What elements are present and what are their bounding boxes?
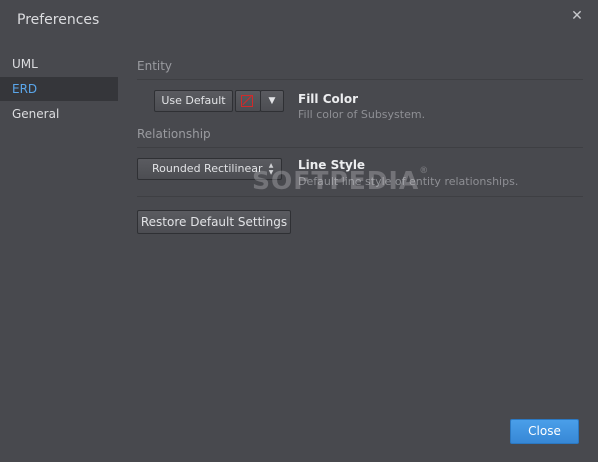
close-button[interactable]: Close xyxy=(510,419,579,444)
sidebar-item-erd[interactable]: ERD xyxy=(0,77,118,101)
fill-color-title: Fill Color xyxy=(298,92,359,106)
fill-color-desc: Fill color of Subsystem. xyxy=(298,108,426,121)
line-style-title: Line Style xyxy=(298,158,366,172)
close-icon[interactable]: ✕ xyxy=(570,9,584,23)
sidebar-item-general[interactable]: General xyxy=(0,102,118,126)
divider xyxy=(137,79,583,80)
color-swatch-button[interactable] xyxy=(235,90,261,112)
color-dropdown-button[interactable]: ▼ xyxy=(260,90,284,112)
use-default-button[interactable]: Use Default xyxy=(154,90,233,112)
chevron-down-icon: ▼ xyxy=(268,96,276,106)
divider xyxy=(137,147,583,148)
section-label-entity: Entity xyxy=(137,59,173,73)
line-style-desc: Default line style of entity relationshi… xyxy=(298,175,519,188)
preferences-dialog: Preferences ✕ UML ERD General Entity Use… xyxy=(0,0,598,462)
restore-defaults-button[interactable]: Restore Default Settings xyxy=(137,210,291,234)
line-style-value: Rounded Rectilinear xyxy=(152,162,263,175)
sidebar-item-uml[interactable]: UML xyxy=(0,52,118,76)
fill-color-row: Use Default ▼ Fill Color Fill color of S… xyxy=(137,90,583,134)
settings-panel: Entity Use Default ▼ Fill Color Fill col… xyxy=(137,58,583,254)
select-arrows-icon: ▲ ▼ xyxy=(268,162,274,176)
line-style-row: Rounded Rectilinear ▲ ▼ Line Style Defaul… xyxy=(137,158,583,202)
dialog-title: Preferences xyxy=(17,12,100,28)
restore-row: Restore Default Settings xyxy=(137,210,583,254)
sidebar: UML ERD General xyxy=(0,52,118,127)
line-style-select[interactable]: Rounded Rectilinear ▲ ▼ xyxy=(137,158,282,180)
